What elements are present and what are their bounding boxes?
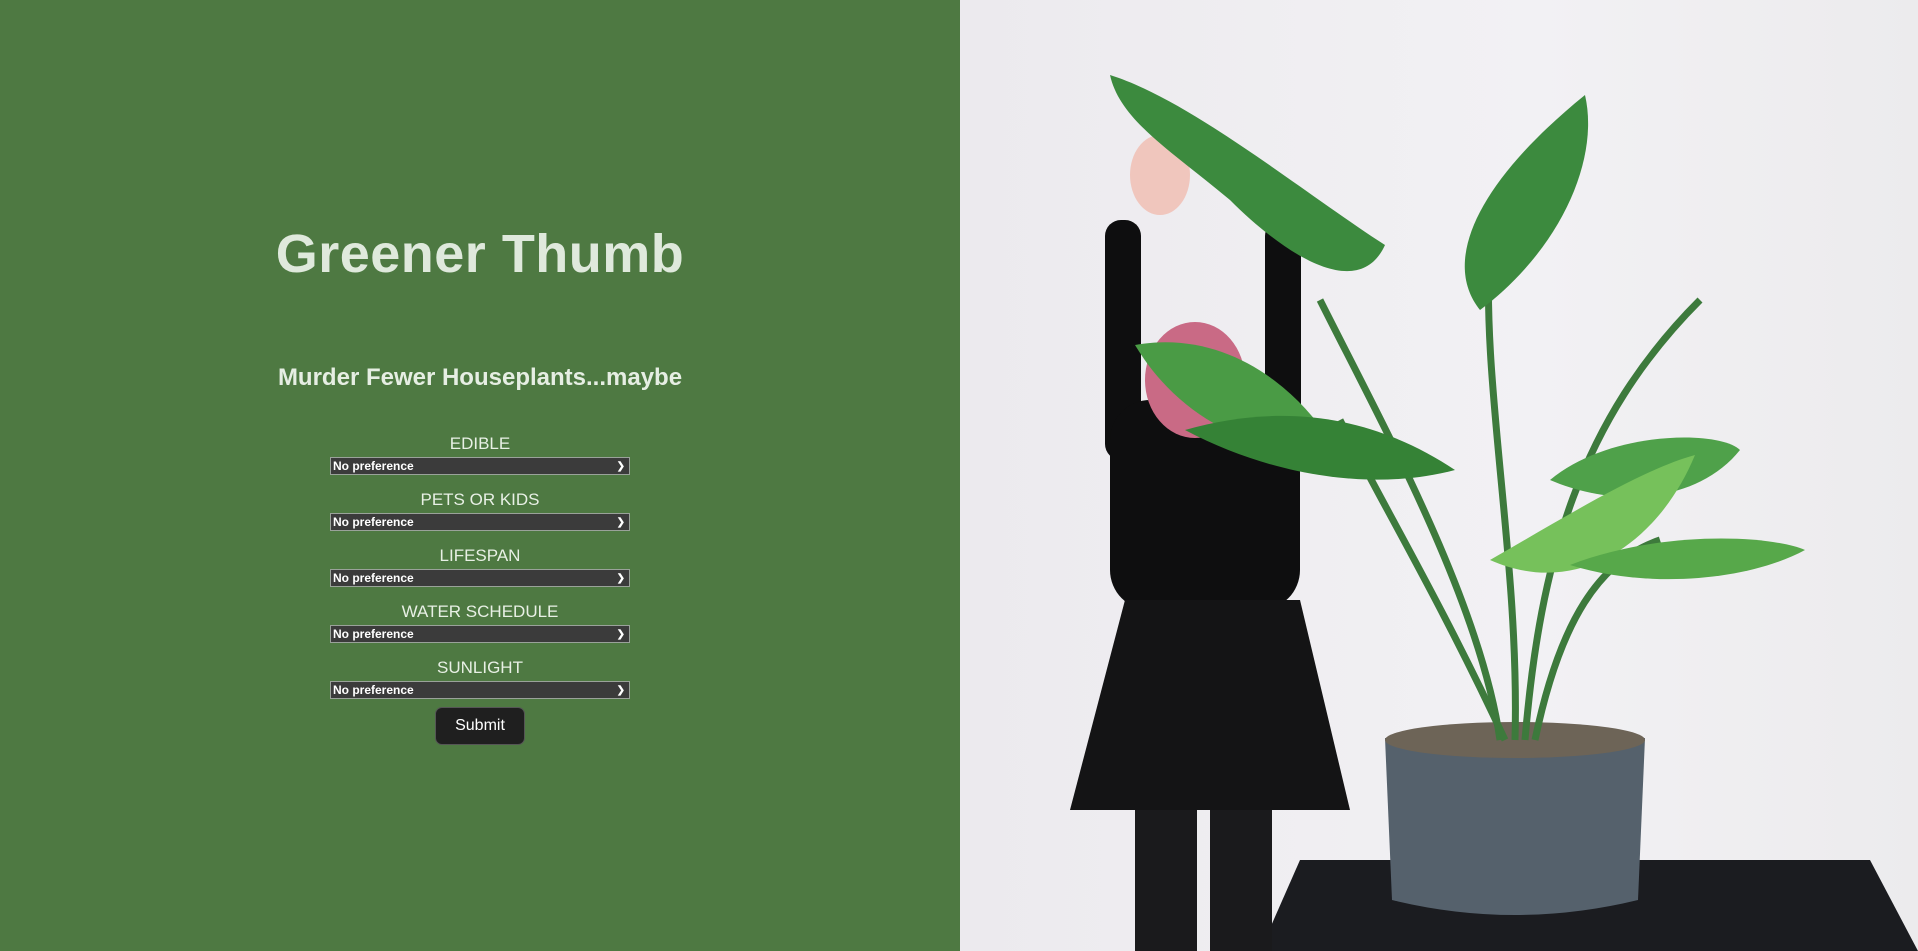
edible-select-value: No preference	[333, 459, 414, 473]
plant-photo-illustration	[1070, 75, 1918, 951]
pot-shape	[1385, 738, 1645, 915]
edible-label: EDIBLE	[449, 434, 511, 453]
hero-photo	[960, 0, 1918, 951]
sunlight-select-value: No preference	[333, 683, 414, 697]
chevron-down-icon: ❯	[616, 684, 625, 696]
chevron-down-icon: ❯	[616, 460, 625, 472]
lifespan-select[interactable]: No preference ❯	[330, 569, 630, 587]
chevron-down-icon: ❯	[616, 628, 625, 640]
pets-or-kids-select-value: No preference	[333, 515, 414, 529]
page-layout: Greener Thumb Murder Fewer Houseplants..…	[0, 0, 1918, 951]
submit-button[interactable]: Submit	[435, 707, 525, 745]
water-schedule-select-value: No preference	[333, 627, 414, 641]
lifespan-label: LIFESPAN	[439, 546, 521, 565]
tagline: Murder Fewer Houseplants...maybe	[277, 364, 683, 391]
water-schedule-label: WATER SCHEDULE	[401, 602, 559, 621]
leg-left	[1135, 810, 1197, 951]
water-schedule-select[interactable]: No preference ❯	[330, 625, 630, 643]
left-panel: Greener Thumb Murder Fewer Houseplants..…	[0, 0, 960, 951]
skirt	[1070, 600, 1350, 810]
edible-select[interactable]: No preference ❯	[330, 457, 630, 475]
app-title: Greener Thumb	[275, 224, 685, 284]
pets-or-kids-label: PETS OR KIDS	[420, 490, 540, 509]
plant-filter-form: EDIBLE No preference ❯ PETS OR KIDS No p…	[330, 432, 630, 745]
chevron-down-icon: ❯	[616, 572, 625, 584]
sunlight-select[interactable]: No preference ❯	[330, 681, 630, 699]
sunlight-label: SUNLIGHT	[437, 658, 523, 677]
pets-or-kids-select[interactable]: No preference ❯	[330, 513, 630, 531]
leg-right	[1210, 810, 1272, 951]
chevron-down-icon: ❯	[616, 516, 625, 528]
lifespan-select-value: No preference	[333, 571, 414, 585]
